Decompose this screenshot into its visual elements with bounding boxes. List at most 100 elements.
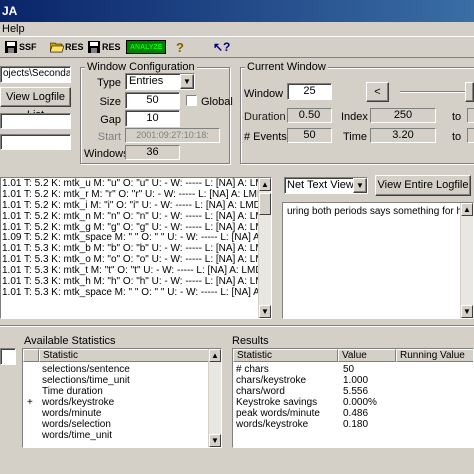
type-value: Entries bbox=[129, 75, 164, 87]
stat-list-item[interactable]: words/selection bbox=[23, 419, 209, 430]
chevron-down-icon[interactable]: ▼ bbox=[180, 74, 194, 89]
text-view-area[interactable]: uring both periods says something for hi… bbox=[282, 202, 474, 319]
save-res-button[interactable]: RES bbox=[87, 39, 121, 55]
prev-window-button[interactable]: < bbox=[366, 82, 389, 102]
window-slider-thumb[interactable] bbox=[465, 82, 474, 102]
result-value: 1.000 bbox=[343, 375, 369, 386]
results-row[interactable]: Keystroke savings 0.000% bbox=[233, 397, 473, 408]
stat-list-item[interactable]: Time duration bbox=[23, 386, 209, 397]
analyze-button[interactable]: ANALYZE bbox=[126, 40, 167, 54]
floppy-icon bbox=[5, 41, 17, 53]
results-statistic-header[interactable]: Statistic bbox=[233, 349, 338, 362]
stats-scrollbar[interactable]: ▲ ▼ bbox=[208, 349, 221, 447]
result-statistic: words/keystroke bbox=[236, 419, 309, 430]
result-value: 0.180 bbox=[343, 419, 369, 430]
current-window-title: Current Window bbox=[245, 61, 328, 73]
results-row[interactable]: chars/keystroke 1.000 bbox=[233, 375, 473, 386]
start-field: 2001:09:27:10:18: bbox=[125, 128, 220, 143]
time-value: 3.20 bbox=[370, 128, 436, 143]
ssf-label: SSF bbox=[19, 42, 37, 52]
scroll-up-icon[interactable]: ▲ bbox=[259, 178, 271, 191]
stat-list-item[interactable]: words/minute bbox=[23, 408, 209, 419]
results-row[interactable]: # chars 50 bbox=[233, 364, 473, 375]
gap-label: Gap bbox=[100, 114, 121, 126]
stat-label: selections/time_unit bbox=[42, 375, 130, 386]
stat-list-item[interactable]: + words/keystroke bbox=[23, 397, 209, 408]
help-button[interactable]: ? bbox=[176, 39, 184, 55]
text-view-content: uring both periods says something for hi… bbox=[287, 206, 473, 217]
available-stats-title: Available Statistics bbox=[24, 335, 116, 347]
window-slider-track[interactable] bbox=[400, 91, 474, 93]
folder-open-icon bbox=[50, 42, 64, 53]
global-checkbox[interactable] bbox=[186, 95, 197, 106]
scroll-down-icon[interactable]: ▼ bbox=[209, 434, 221, 447]
left-field-2[interactable] bbox=[0, 134, 71, 150]
stat-list-item[interactable]: selections/time_unit bbox=[23, 375, 209, 386]
scroll-up-icon[interactable]: ▲ bbox=[461, 203, 473, 216]
results-row[interactable]: peak words/minute 0.486 bbox=[233, 408, 473, 419]
results-row[interactable]: chars/word 5.556 bbox=[233, 386, 473, 397]
result-value: 50 bbox=[343, 364, 355, 375]
left-field-1[interactable] bbox=[0, 113, 71, 129]
statistic-column-header[interactable]: Statistic bbox=[39, 349, 209, 362]
windows-label: Windows bbox=[84, 148, 129, 160]
context-help-button[interactable]: ↖? bbox=[213, 39, 230, 55]
window-config-title: Window Configuration bbox=[85, 61, 197, 73]
scroll-up-icon[interactable]: ▲ bbox=[209, 349, 221, 362]
available-stats-list[interactable]: Statistic selections/sentence selections/… bbox=[22, 348, 222, 448]
type-select[interactable]: Entries ▼ bbox=[125, 73, 195, 90]
results-title: Results bbox=[232, 335, 269, 347]
duration-label: Duration bbox=[244, 111, 286, 123]
stat-label: words/minute bbox=[42, 408, 102, 419]
ssf-button[interactable]: SSF bbox=[4, 39, 37, 55]
view-logfile-list-button[interactable]: View Logfile List bbox=[0, 87, 71, 121]
size-input[interactable]: 50 bbox=[125, 92, 180, 109]
pointer-question-icon: ↖? bbox=[213, 40, 231, 54]
scroll-thumb[interactable] bbox=[259, 193, 271, 215]
stat-marker: + bbox=[27, 397, 33, 408]
log-scrollbar[interactable]: ▲ ▼ bbox=[258, 178, 271, 318]
project-path-field[interactable]: ojects\Secondary\ bbox=[0, 66, 71, 83]
scroll-down-icon[interactable]: ▼ bbox=[259, 305, 271, 318]
results-running-header[interactable]: Running Value bbox=[396, 349, 473, 362]
index-to-label: to bbox=[452, 111, 462, 123]
result-statistic: # chars bbox=[236, 364, 269, 375]
menu-help[interactable]: Help bbox=[2, 22, 25, 36]
result-statistic: chars/keystroke bbox=[236, 375, 307, 386]
stat-list-item[interactable]: selections/sentence bbox=[23, 364, 209, 375]
chevron-down-icon[interactable]: ▼ bbox=[353, 178, 367, 193]
question-icon: ? bbox=[176, 39, 184, 55]
window-label: Window bbox=[244, 88, 284, 100]
time-to-label: to bbox=[452, 131, 462, 143]
view-entire-logfile-button[interactable]: View Entire Logfile bbox=[375, 175, 471, 196]
open-res-button[interactable]: RES bbox=[50, 39, 84, 55]
duration-value: 0.50 bbox=[287, 108, 332, 123]
windows-count: 36 bbox=[125, 145, 180, 160]
results-table[interactable]: Statistic Value Running Value # chars 50 c… bbox=[232, 348, 474, 448]
result-statistic: Keystroke savings bbox=[236, 397, 318, 408]
gap-input[interactable]: 10 bbox=[125, 110, 180, 127]
events-label: # Events bbox=[244, 131, 287, 143]
log-line[interactable]: 1.01 T: 5.2 K: mtk_n M: "n" O: "n" U: - … bbox=[1, 211, 271, 223]
log-line[interactable]: 1.01 T: 5.3 K: mtk_space M: " " O: " " U… bbox=[1, 287, 271, 299]
index-value: 250 bbox=[370, 108, 436, 123]
stat-label: words/time_unit bbox=[42, 430, 113, 441]
window-title: JA bbox=[2, 4, 18, 18]
marker-column-header[interactable] bbox=[23, 349, 39, 362]
stat-label: words/keystroke bbox=[42, 397, 115, 408]
log-list[interactable]: 1.01 T: 5.2 K: mtk_u M: "u" O: "u" U: - … bbox=[0, 177, 272, 319]
result-statistic: chars/word bbox=[236, 386, 285, 397]
text-view-select[interactable]: Net Text View ▼ bbox=[284, 177, 368, 194]
text-scrollbar[interactable]: ▲ ▼ bbox=[460, 203, 473, 318]
results-row[interactable]: words/keystroke 0.180 bbox=[233, 419, 473, 430]
scroll-down-icon[interactable]: ▼ bbox=[461, 305, 473, 318]
title-bar: JA bbox=[0, 0, 474, 22]
toolbar: SSF RES RES ANALYZE ? ↖? bbox=[0, 36, 474, 58]
result-statistic: peak words/minute bbox=[236, 408, 320, 419]
text-view-mode: Net Text View bbox=[287, 179, 354, 191]
index-label: Index bbox=[341, 111, 368, 123]
stats-left-field[interactable] bbox=[0, 348, 16, 365]
results-value-header[interactable]: Value bbox=[338, 349, 396, 362]
stat-list-item[interactable]: words/time_unit bbox=[23, 430, 209, 441]
window-input[interactable]: 25 bbox=[287, 83, 332, 100]
